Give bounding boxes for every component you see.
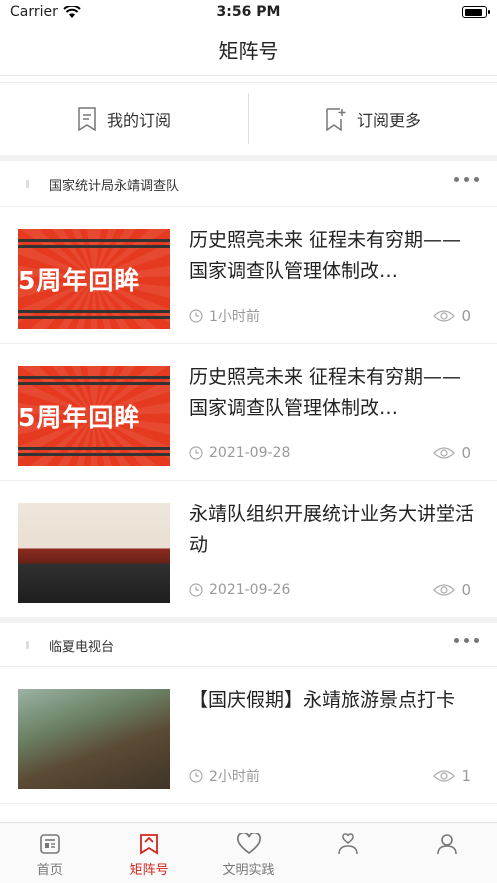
- bookmark-add-icon: [326, 107, 346, 131]
- article-thumbnail: [18, 503, 170, 603]
- eye-icon: [433, 584, 456, 596]
- heart-person-icon: [338, 833, 358, 855]
- article-item[interactable]: 5周年回眸 历史照亮未来 征程未有穷期——国家调查队管理体制改… 2021-09…: [0, 343, 497, 480]
- article-item[interactable]: [0, 803, 497, 822]
- battery-level: [464, 8, 483, 16]
- article-meta: 1小时前 0: [189, 306, 471, 326]
- article-meta: 2小时前 1: [189, 766, 471, 786]
- view-count: 0: [461, 307, 471, 325]
- clock: 3:56 PM: [216, 4, 281, 20]
- tab-matrix[interactable]: 矩阵号: [99, 823, 198, 883]
- nav-bar: 矩阵号: [0, 26, 497, 76]
- clock-icon: [189, 309, 203, 323]
- tab-civilization-practice[interactable]: 文明实践: [199, 823, 298, 883]
- tab-profile[interactable]: [398, 823, 497, 883]
- more-options-icon[interactable]: [454, 638, 479, 643]
- more-subscriptions-button[interactable]: 订阅更多: [249, 83, 497, 154]
- article-thumbnail: [18, 689, 170, 789]
- person-icon: [437, 834, 458, 855]
- clock-icon: [189, 446, 203, 460]
- article-title: 历史照亮未来 征程未有穷期——国家调查队管理体制改…: [189, 366, 462, 419]
- bookmark-icon: [140, 834, 159, 855]
- group-name: 临夏电视台: [49, 639, 115, 655]
- my-subscriptions-label: 我的订阅: [106, 110, 171, 130]
- article-meta: 2021-09-28 0: [189, 443, 471, 463]
- article-time: 2021-09-28: [209, 445, 291, 461]
- view-count: 0: [461, 444, 471, 462]
- group-header[interactable]: 国家统计局永靖调查队: [0, 162, 497, 206]
- clock-icon: [189, 769, 203, 783]
- view-count: 1: [461, 767, 471, 785]
- eye-icon: [433, 447, 456, 459]
- article-views: 0: [433, 444, 471, 462]
- tab-label: 首页: [36, 863, 63, 878]
- clock-icon: [189, 583, 203, 597]
- tab-label: 矩阵号: [129, 863, 169, 878]
- more-options-icon[interactable]: [454, 177, 479, 182]
- group-name: 国家统计局永靖调查队: [49, 178, 180, 194]
- thumbnail-banner-text: 5周年回眸: [18, 266, 141, 295]
- article-meta: 2021-09-26 0: [189, 580, 471, 600]
- battery-icon: [462, 6, 490, 18]
- my-subscriptions-button[interactable]: 我的订阅: [0, 83, 248, 154]
- article-title: 永靖队组织开展统计业务大讲堂活动: [189, 503, 475, 556]
- group-marker: [26, 180, 29, 188]
- subscription-list-icon: [78, 106, 96, 131]
- article-title: 历史照亮未来 征程未有穷期——国家调查队管理体制改…: [189, 229, 462, 282]
- article-item[interactable]: 【国庆假期】永靖旅游景点打卡 2小时前 1: [0, 666, 497, 803]
- article-time: 1小时前: [209, 309, 260, 325]
- more-subscriptions-label: 订阅更多: [356, 110, 421, 130]
- article-thumbnail: 5周年回眸: [18, 229, 170, 329]
- eye-icon: [433, 770, 456, 782]
- view-count: 0: [461, 581, 471, 599]
- article-thumbnail: 5周年回眸: [18, 366, 170, 466]
- group-header[interactable]: 临夏电视台: [0, 623, 497, 667]
- group-marker: [26, 641, 29, 649]
- article-title: 【国庆假期】永靖旅游景点打卡: [189, 689, 456, 711]
- article-time: 2小时前: [209, 769, 260, 785]
- article-item[interactable]: 5周年回眸 历史照亮未来 征程未有穷期——国家调查队管理体制改… 1小时前 0: [0, 206, 497, 343]
- article-time: 2021-09-26: [209, 582, 291, 598]
- tab-label: 文明实践: [222, 863, 275, 878]
- tab-home[interactable]: 首页: [0, 823, 99, 883]
- page-title: 矩阵号: [218, 39, 279, 63]
- article-views: 0: [433, 581, 471, 599]
- subscribe-bar: 我的订阅 订阅更多: [0, 82, 497, 154]
- article-views: 0: [433, 307, 471, 325]
- heart-icon: [236, 833, 261, 855]
- article-item[interactable]: 永靖队组织开展统计业务大讲堂活动 2021-09-26 0: [0, 480, 497, 617]
- status-bar: Carrier 3:56 PM: [0, 0, 497, 26]
- tab-bar: 首页 矩阵号 文明实践: [0, 822, 497, 883]
- thumbnail-banner-text: 5周年回眸: [18, 403, 141, 432]
- article-views: 1: [433, 767, 471, 785]
- tab-volunteer[interactable]: [298, 823, 397, 883]
- eye-icon: [433, 310, 456, 322]
- section-gap: [0, 155, 497, 161]
- news-icon: [39, 834, 60, 854]
